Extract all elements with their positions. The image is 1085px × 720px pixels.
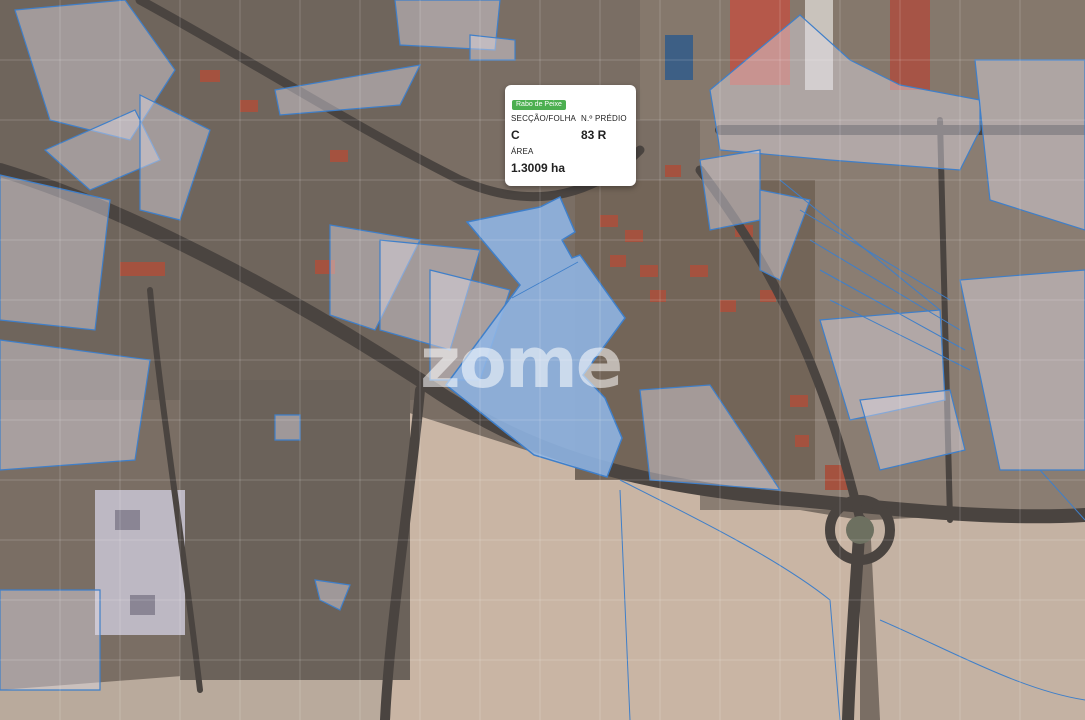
area-value: 1.3009 ha (511, 161, 566, 175)
property-number-label: N.º PRÉDIO (581, 114, 627, 123)
blue-roof-building (665, 35, 693, 80)
parcel-info-card: Rabo de Peixe SECÇÃO/FOLHA N.º PRÉDIO C … (505, 85, 636, 186)
area-label: ÁREA (511, 147, 534, 156)
red-roof-building (890, 0, 930, 90)
building-courtyard (115, 510, 140, 530)
section-label: SECÇÃO/FOLHA (511, 114, 577, 123)
field (870, 510, 1085, 720)
place-badge: Rabo de Peixe (512, 100, 566, 110)
building-courtyard (130, 595, 155, 615)
section-value: C (511, 128, 520, 142)
property-number-value: 83 R (581, 128, 607, 142)
